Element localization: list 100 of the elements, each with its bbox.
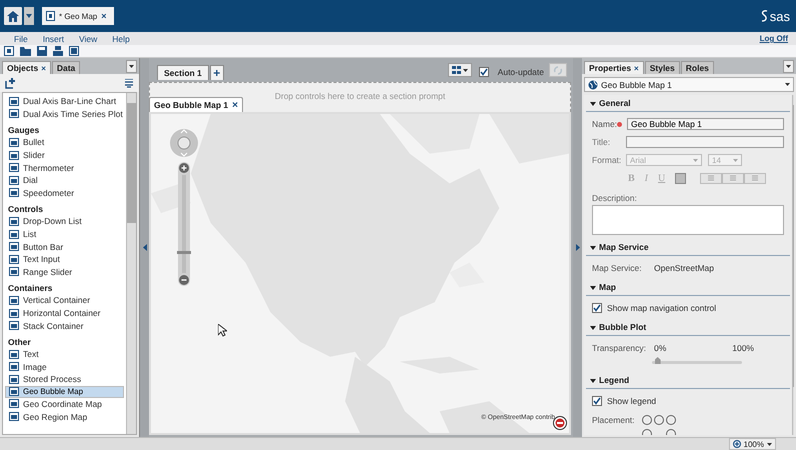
zoom-in-icon[interactable] [179,163,189,173]
printer-icon[interactable] [53,46,63,56]
object-item[interactable]: Stored Process [5,373,124,386]
close-icon[interactable]: × [101,11,107,21]
panel-menu-button[interactable] [783,60,794,73]
collapse-icon [590,286,596,290]
text-color-icon[interactable] [675,173,686,184]
object-item[interactable]: Vertical Container [5,294,124,307]
panel-tab[interactable]: Roles [680,61,714,74]
description-field[interactable] [592,205,784,235]
caret-icon [733,158,738,162]
section-header[interactable]: Map [586,279,790,296]
object-item[interactable]: Button Bar [5,240,124,253]
document-icon [46,11,55,21]
zoom-out-icon[interactable] [179,275,189,285]
add-section-button[interactable]: + [210,65,224,80]
collapse-icon [590,246,596,250]
grid-icon [452,66,468,74]
pan-control-icon[interactable] [169,128,199,158]
caret-icon [26,14,32,18]
save-icon[interactable] [37,46,47,56]
section-tab[interactable]: Section 1 [157,65,209,80]
splitter-handle[interactable] [140,58,149,437]
object-item[interactable]: Text [5,348,124,360]
section-header[interactable]: Legend [586,372,790,389]
object-item[interactable]: Drop-Down List [5,215,124,228]
panel-icon[interactable] [69,46,79,56]
scrollbar[interactable] [792,95,794,435]
collapse-left-icon [142,244,146,251]
object-item[interactable]: Geo Coordinate Map [5,398,124,410]
object-item[interactable]: Range Slider [5,266,124,278]
object-tab[interactable]: Geo Bubble Map 1 × [149,97,243,112]
object-item[interactable]: Geo Bubble Map [5,386,124,398]
menu-item[interactable]: Insert [42,34,64,44]
object-dropdown[interactable]: Geo Bubble Map 1 [584,77,794,92]
menu-item[interactable]: Help [112,34,130,44]
group-heading: Gauges [7,124,40,136]
auto-update-checkbox[interactable]: Auto-update [478,67,544,77]
object-item[interactable]: Bullet [5,136,124,149]
section-header[interactable]: General [586,95,790,112]
placement-radio[interactable] [642,415,652,425]
panel-tab[interactable]: Properties × [584,61,644,74]
field-label: Transparency: [592,343,648,353]
slider-thumb[interactable] [654,357,661,364]
object-item[interactable]: Slider [5,148,124,162]
scrollbar[interactable] [126,93,136,434]
menu-item[interactable]: View [78,34,98,44]
object-item[interactable]: Image [5,360,124,374]
document-title: * Geo Map [59,12,98,20]
zoom-dropdown[interactable]: 100% [728,438,776,450]
object-item[interactable]: Stack Container [5,319,124,332]
section-header[interactable]: Bubble Plot [586,319,790,336]
zoom-slider-thumb[interactable] [177,251,191,254]
panel-tab[interactable]: Data [52,61,80,74]
slider-max-label: 100% [732,343,754,353]
zoom-icon [732,440,741,448]
dropdown-button[interactable] [24,7,34,25]
title-field[interactable] [626,136,784,148]
collapse-icon [590,379,596,383]
checkbox[interactable] [592,303,602,313]
collapse-right-icon [576,244,580,251]
object-item[interactable]: Dial [5,174,124,187]
panel-menu-button[interactable] [126,60,137,73]
group-heading: Containers [7,282,54,294]
checkbox[interactable] [592,396,602,406]
object-item[interactable]: Dual Axis Bar-Line Chart [5,95,124,108]
name-field[interactable]: Geo Bubble Map 1 [627,118,784,130]
required-icon [617,122,622,126]
add-object-icon[interactable] [5,78,16,88]
new-report-icon[interactable] [4,46,14,56]
collapse-icon [590,102,596,106]
object-item[interactable]: Geo Region Map [5,410,124,423]
object-item[interactable]: Horizontal Container [5,306,124,320]
slider-min-label: 0% [654,343,666,353]
map-navigation-control[interactable] [169,128,199,286]
cursor-icon [218,324,227,337]
object-item[interactable]: Text Input [5,252,124,266]
refresh-icon [553,66,563,74]
placement-radio[interactable] [654,415,664,425]
log-off-link[interactable]: Log Off [760,34,788,43]
object-item[interactable]: Thermometer [5,161,124,174]
object-item[interactable]: List [5,228,124,240]
layout-button[interactable] [448,63,472,77]
checkbox-label: Auto-update [498,67,544,77]
panel-tab[interactable]: Styles [644,61,680,74]
globe-icon [588,80,598,90]
field-label: Name: [592,119,614,129]
map-service-value: OpenStreetMap [654,263,714,273]
placement-radio[interactable] [666,415,676,425]
checkbox[interactable] [478,67,489,77]
menu-item[interactable]: File [14,34,28,44]
field-label: Title: [592,137,612,147]
panel-tab[interactable]: Objects × [2,61,51,74]
filter-icon[interactable] [125,78,133,88]
home-button[interactable] [4,7,22,25]
document-tab[interactable]: * Geo Map × [42,7,114,25]
section-header[interactable]: Map Service [586,239,790,256]
splitter-handle[interactable] [573,58,582,437]
object-item[interactable]: Dual Axis Time Series Plot [5,108,124,120]
object-item[interactable]: Speedometer [5,186,124,200]
